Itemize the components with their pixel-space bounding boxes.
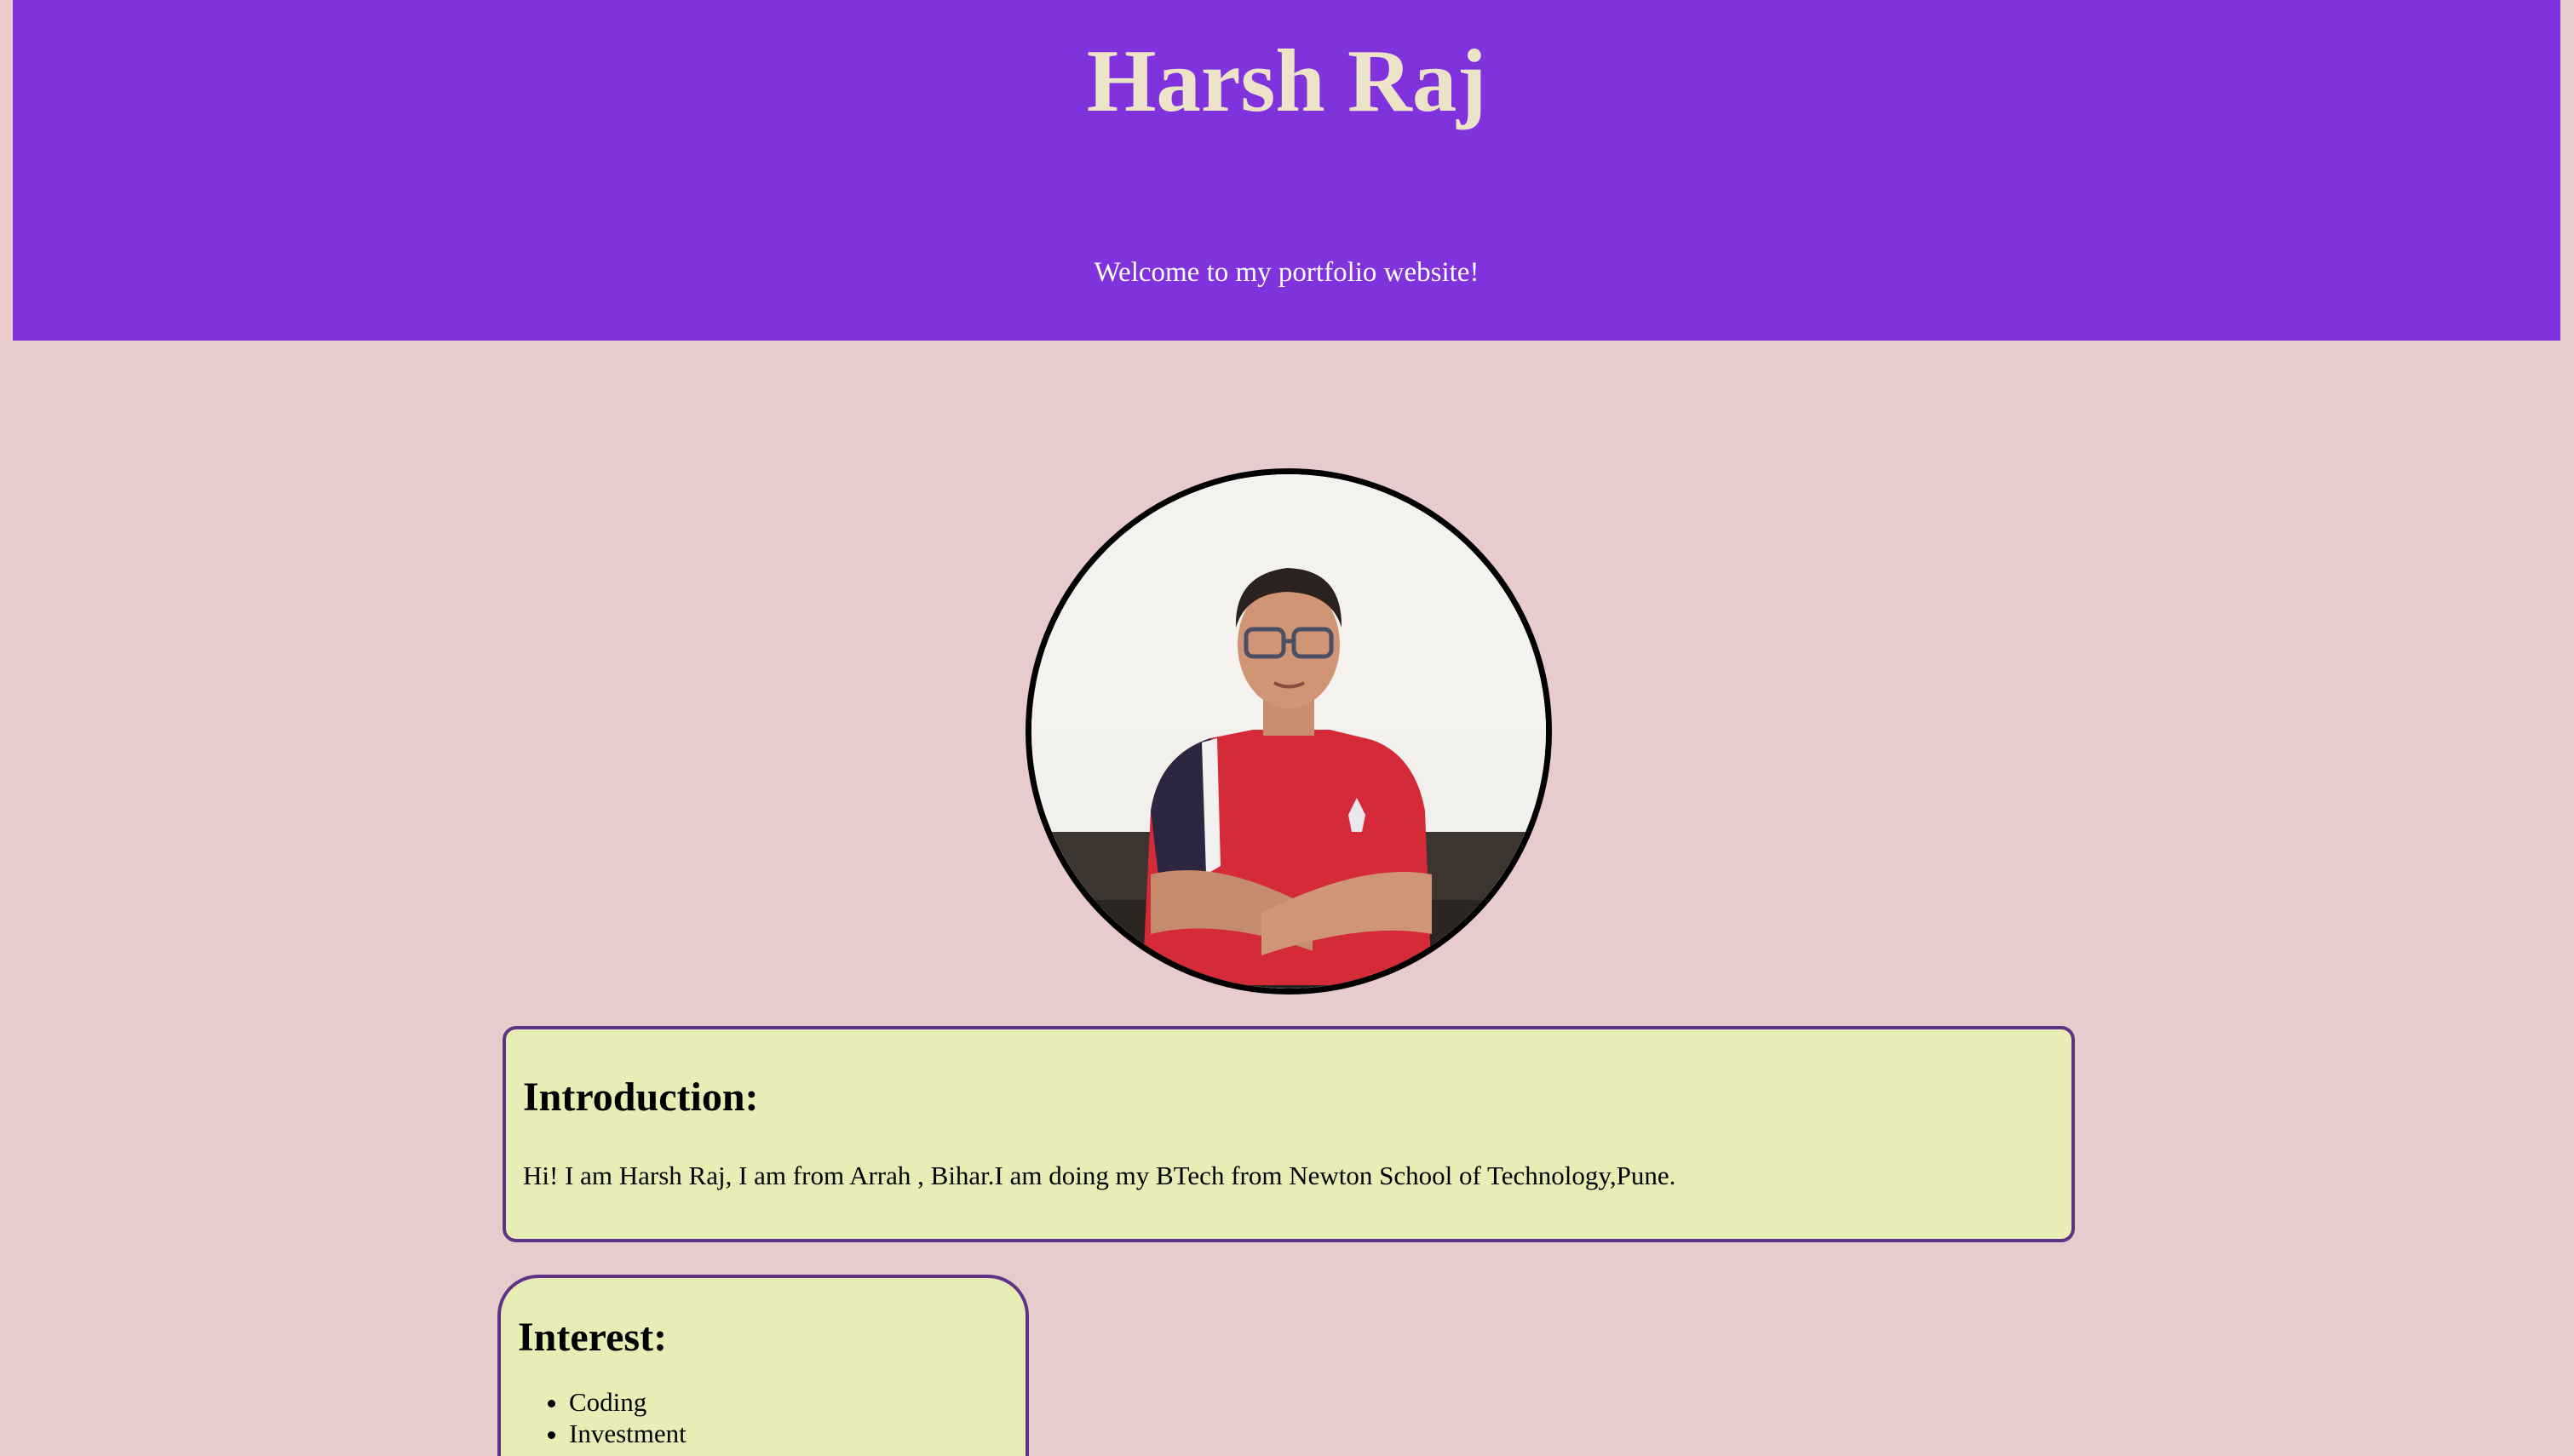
interest-item: Investment xyxy=(569,1418,687,1449)
interest-card: Interest: Coding Investment xyxy=(497,1275,1029,1456)
introduction-text: Hi! I am Harsh Raj, I am from Arrah , Bi… xyxy=(523,1161,1676,1190)
interest-item: Coding xyxy=(569,1386,687,1418)
tagline: Welcome to my portfolio website! xyxy=(1094,257,1479,288)
interest-list: Coding Investment xyxy=(501,1386,687,1449)
site-title: Harsh Raj xyxy=(1086,31,1487,130)
profile-photo-illustration xyxy=(1031,474,1546,989)
portfolio-page: Harsh Raj Welcome to my portfolio websit… xyxy=(0,0,2574,1456)
introduction-heading: Introduction: xyxy=(523,1075,759,1120)
introduction-card: Introduction: Hi! I am Harsh Raj, I am f… xyxy=(503,1026,2075,1242)
interest-heading: Interest: xyxy=(518,1315,668,1360)
profile-photo xyxy=(1026,468,1552,995)
site-header: Harsh Raj Welcome to my portfolio websit… xyxy=(13,0,2560,341)
